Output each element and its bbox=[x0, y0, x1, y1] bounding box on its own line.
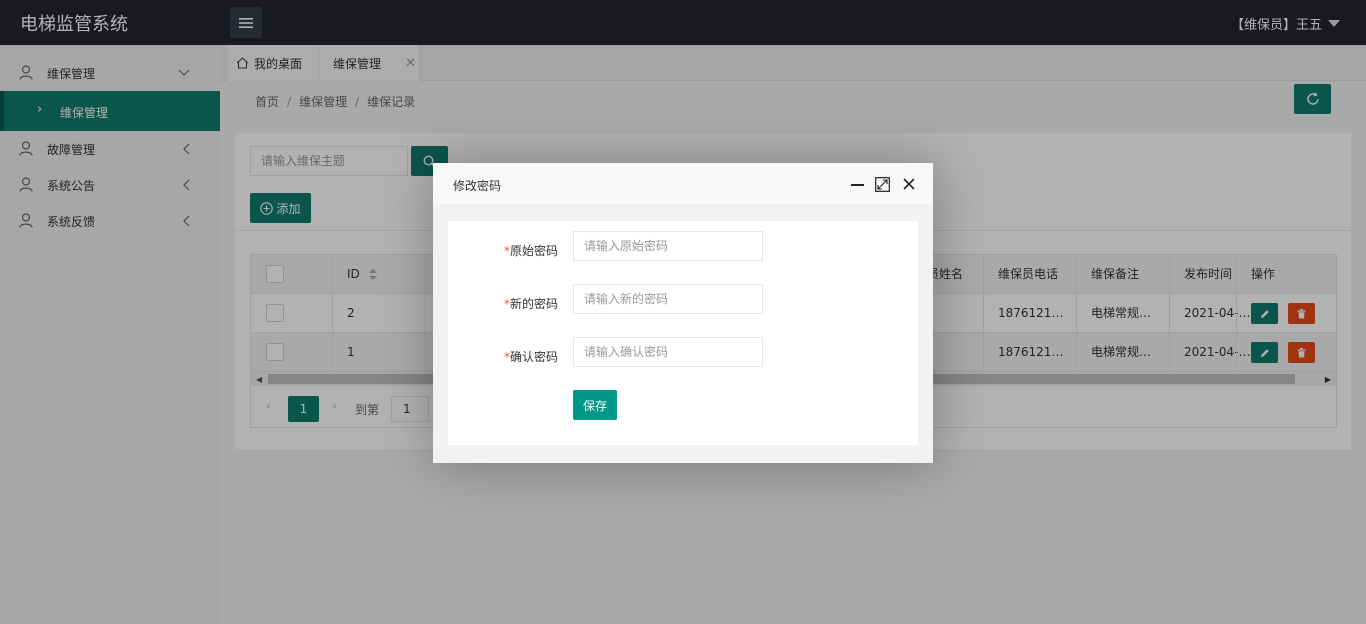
field-label-text: 新的密码 bbox=[509, 297, 558, 311]
minimize-icon[interactable] bbox=[851, 184, 864, 186]
dialog-body: *原始密码 请输入原始密码 *新的密码 请输入新的密码 *确认密码 请输入确认密… bbox=[448, 221, 918, 445]
new-password-input[interactable]: 请输入新的密码 bbox=[573, 284, 763, 314]
close-icon[interactable] bbox=[902, 177, 916, 191]
field-label-text: 原始密码 bbox=[509, 244, 558, 258]
confirm-password-label: *确认密码 bbox=[448, 348, 558, 365]
save-button[interactable]: 保存 bbox=[573, 390, 617, 420]
dialog-header: 修改密码 bbox=[433, 163, 933, 206]
field-label-text: 确认密码 bbox=[509, 350, 558, 364]
original-password-input[interactable]: 请输入原始密码 bbox=[573, 231, 763, 261]
change-password-dialog: 修改密码 *原始密码 请输入原始密码 *新的密码 请输入新的密码 *确认密码 请… bbox=[433, 163, 933, 463]
original-password-label: *原始密码 bbox=[448, 242, 558, 259]
dialog-title: 修改密码 bbox=[453, 179, 502, 193]
new-password-label: *新的密码 bbox=[448, 295, 558, 312]
confirm-password-input[interactable]: 请输入确认密码 bbox=[573, 337, 763, 367]
maximize-icon[interactable] bbox=[875, 177, 890, 192]
